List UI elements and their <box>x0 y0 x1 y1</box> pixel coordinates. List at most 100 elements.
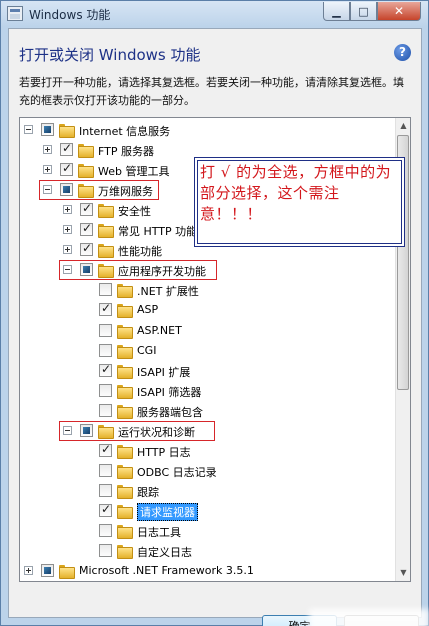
tree-item[interactable]: ISAPI 扩展 <box>20 361 396 381</box>
tree-item-label: ISAPI 扩展 <box>137 365 191 379</box>
annotation-note: 打 √ 的为全选，方框中的为部分选择，这个需注意！！！ <box>194 157 405 247</box>
dialog-heading: 打开或关闭 Windows 功能 <box>19 46 201 64</box>
feature-checkbox[interactable] <box>60 141 73 157</box>
tree-item-label: 自定义日志 <box>137 546 192 560</box>
folder-icon <box>59 565 75 580</box>
feature-checkbox[interactable] <box>41 564 54 578</box>
tree-item[interactable]: ASP.NET <box>20 321 396 341</box>
tree-item[interactable]: HTTP 日志 <box>20 441 396 461</box>
tree-item-label: Web 管理工具 <box>98 165 170 179</box>
highlight-box <box>59 420 215 441</box>
minimize-icon: ▁ <box>332 4 341 18</box>
tree-item-label: 安全性 <box>118 205 151 219</box>
tree-item[interactable]: .NET 扩展性 <box>20 280 396 300</box>
expand-icon[interactable] <box>63 245 72 255</box>
tree-item-label: 常见 HTTP 功能 <box>118 225 198 239</box>
tree-item[interactable]: 日志工具 <box>20 521 396 541</box>
feature-checkbox[interactable] <box>99 383 112 397</box>
dialog-description: 若要打开一种功能，请选择其复选框。若要关闭一种功能，请清除其复选框。填充的框表示… <box>19 76 404 107</box>
feature-checkbox[interactable] <box>99 502 112 517</box>
tree-item-label: FTP 服务器 <box>98 145 154 159</box>
tree-item-label: Internet 信息服务 <box>79 125 171 138</box>
feature-checkbox[interactable] <box>99 442 112 457</box>
tree-item[interactable]: 自定义日志 <box>20 541 396 561</box>
close-button[interactable]: ✕ <box>377 2 421 21</box>
feature-checkbox[interactable] <box>80 241 93 257</box>
folder-icon <box>98 244 114 259</box>
feature-checkbox[interactable] <box>99 283 112 297</box>
expand-icon[interactable] <box>63 205 72 215</box>
folder-icon <box>59 124 75 138</box>
highlight-box <box>59 260 217 281</box>
maximize-button[interactable]: □ <box>350 2 377 21</box>
tree-item-label: ODBC 日志记录 <box>137 465 217 479</box>
folder-icon <box>98 224 114 239</box>
feature-checkbox[interactable] <box>99 301 112 317</box>
folder-icon <box>117 324 133 339</box>
folder-icon <box>117 364 133 379</box>
tree-item-label: ISAPI 筛选器 <box>137 385 202 399</box>
tree-item[interactable]: ASP <box>20 300 396 320</box>
feature-checkbox[interactable] <box>99 483 112 497</box>
feature-checkbox[interactable] <box>99 403 112 417</box>
windows-features-dialog: Windows 功能 ▁ □ ✕ 打开或关闭 Windows 功能 ? 若要打开… <box>0 0 429 626</box>
folder-icon <box>117 545 133 560</box>
tree-item[interactable]: 跟踪 <box>20 481 396 501</box>
feature-checkbox[interactable] <box>41 123 54 136</box>
folder-icon <box>117 525 133 539</box>
folder-icon <box>117 484 133 499</box>
tree-item-label: CGI <box>137 343 157 357</box>
folder-icon <box>117 304 133 319</box>
tree-item-label: 服务器端包含 <box>137 405 203 419</box>
folder-icon <box>117 464 133 479</box>
folder-icon <box>117 284 133 299</box>
annotation-text: 打 √ 的为全选，方框中的为部分选择，这个需注意！！！ <box>200 163 392 223</box>
tree-item[interactable]: Microsoft .NET Framework 3.5.1 <box>20 561 396 581</box>
minimize-button[interactable]: ▁ <box>323 2 350 21</box>
feature-checkbox[interactable] <box>60 161 73 177</box>
scroll-down-icon[interactable]: ▼ <box>396 565 410 581</box>
expand-icon[interactable] <box>63 225 72 235</box>
folder-icon <box>78 164 94 179</box>
window-title: Windows 功能 <box>29 8 111 22</box>
window-controls: ▁ □ ✕ <box>323 2 421 22</box>
tree-item-label: ASP <box>137 303 159 317</box>
tree-item[interactable]: 服务器端包含 <box>20 401 396 421</box>
collapse-icon[interactable] <box>24 125 33 134</box>
folder-icon <box>98 204 114 219</box>
expand-icon[interactable] <box>43 165 52 175</box>
dialog-client-area: 打开或关闭 Windows 功能 ? 若要打开一种功能，请选择其复选框。若要关闭… <box>8 28 429 626</box>
folder-icon <box>117 404 133 419</box>
tree-item-label: 请求监视器 <box>137 502 198 521</box>
folder-icon <box>117 504 133 519</box>
feature-checkbox[interactable] <box>80 221 93 237</box>
scroll-up-icon[interactable]: ▲ <box>396 118 410 134</box>
feature-checkbox[interactable] <box>99 463 112 477</box>
close-icon: ✕ <box>393 4 405 18</box>
tree-item[interactable]: CGI <box>20 341 396 361</box>
help-icon[interactable]: ? <box>394 44 411 61</box>
title-bar[interactable]: Windows 功能 ▁ □ ✕ <box>1 1 428 27</box>
window-app-icon <box>7 6 23 21</box>
folder-icon <box>117 384 133 399</box>
feature-checkbox[interactable] <box>99 544 112 558</box>
feature-checkbox[interactable] <box>99 343 112 357</box>
expand-icon[interactable] <box>43 145 52 155</box>
tree-item[interactable]: ISAPI 筛选器 <box>20 381 396 401</box>
tree-item-label: HTTP 日志 <box>137 445 191 459</box>
tree-item-label: ASP.NET <box>137 323 182 337</box>
feature-checkbox[interactable] <box>99 524 112 537</box>
folder-icon <box>117 444 133 459</box>
tree-item-label: 性能功能 <box>118 245 162 259</box>
tree-item-label: .NET 扩展性 <box>137 285 199 299</box>
feature-checkbox[interactable] <box>99 323 112 337</box>
expand-icon[interactable] <box>24 566 33 576</box>
tree-item[interactable]: 请求监视器 <box>20 501 396 521</box>
tree-item-label: Microsoft .NET Framework 3.5.1 <box>79 564 254 578</box>
feature-checkbox[interactable] <box>80 201 93 217</box>
feature-checkbox[interactable] <box>99 362 112 377</box>
tree-item[interactable]: Internet 信息服务 <box>20 120 396 140</box>
folder-icon <box>78 144 94 159</box>
maximize-icon: □ <box>358 4 369 18</box>
tree-item[interactable]: ODBC 日志记录 <box>20 461 396 481</box>
